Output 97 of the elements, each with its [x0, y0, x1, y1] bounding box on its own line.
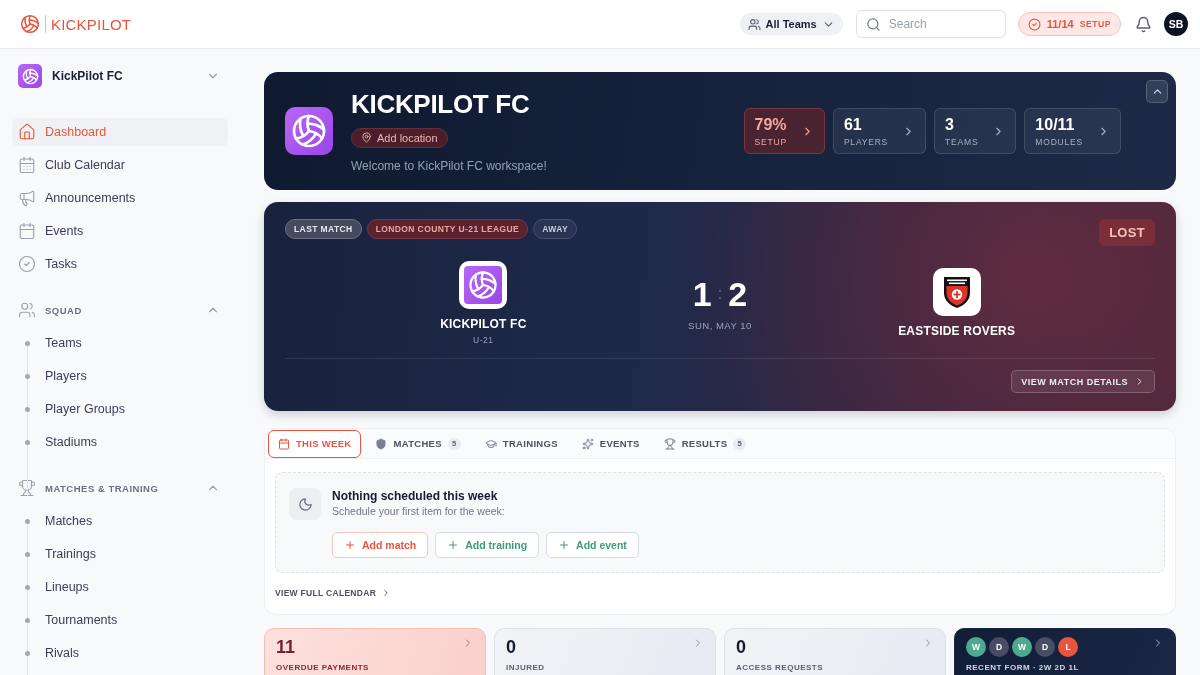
- check-circle-icon: [1027, 17, 1041, 31]
- team-filter-button[interactable]: All Teams: [739, 13, 843, 35]
- summary-card[interactable]: W D W D L RECENT FORM · 2W 2D 1L: [954, 628, 1176, 675]
- tab[interactable]: TRAININGS: [474, 429, 568, 458]
- card-label: INJURED: [506, 663, 546, 673]
- moon-icon: [289, 488, 321, 520]
- nav-item[interactable]: Club Calendar: [12, 151, 228, 179]
- stat-button[interactable]: 61 PLAYERS: [832, 108, 927, 154]
- team-name: EASTSIDE ROVERS: [898, 324, 1016, 338]
- match-tag: LAST MATCH: [285, 219, 362, 239]
- team-crest-icon: [932, 268, 981, 316]
- nav-item[interactable]: Lineups: [12, 573, 228, 601]
- welcome-text: Welcome to KickPilot FC workspace!: [351, 158, 547, 173]
- plus-icon: [558, 539, 571, 551]
- match-tag: AWAY: [533, 219, 577, 239]
- stat-button[interactable]: 10/11 MODULES: [1024, 108, 1121, 154]
- volleyball-logo-icon: [20, 14, 40, 34]
- bullet-icon: [24, 518, 30, 524]
- section-header[interactable]: MATCHES & TRAINING: [12, 474, 228, 502]
- add-match-button[interactable]: Add match: [332, 532, 429, 558]
- home-icon: [18, 123, 36, 141]
- tab[interactable]: THIS WEEK: [268, 429, 362, 458]
- club-title: KICKPILOT FC: [351, 89, 530, 118]
- search-field[interactable]: Search: [855, 10, 1006, 38]
- bullet-icon: [24, 406, 30, 412]
- match-tag: LONDON COUNTY U-21 LEAGUE: [366, 219, 529, 239]
- card-value: 11: [276, 637, 296, 657]
- form-result-badge: D: [989, 637, 1009, 657]
- people-icon: [18, 301, 36, 319]
- club-logo-icon: [18, 64, 42, 88]
- bell-icon[interactable]: [1135, 15, 1152, 33]
- search-icon: [865, 16, 881, 32]
- form-result-badge: D: [1035, 637, 1055, 657]
- calendar-icon: [18, 222, 36, 240]
- add-event-button[interactable]: Add event: [546, 532, 639, 558]
- nav-item[interactable]: Announcements: [12, 184, 228, 212]
- sparkles-icon: [581, 437, 594, 450]
- club-selector[interactable]: KickPilot FC: [12, 63, 228, 89]
- map-pin-icon: [361, 132, 372, 143]
- bullet-icon: [24, 551, 30, 557]
- section-header[interactable]: SQUAD: [12, 296, 228, 324]
- card-value: 0: [736, 637, 746, 657]
- bullet-icon: [24, 373, 30, 379]
- view-match-details-button[interactable]: VIEW MATCH DETAILS: [1011, 370, 1155, 393]
- card-label: RECENT FORM · 2W 2D 1L: [966, 663, 1080, 673]
- plus-icon: [344, 539, 356, 551]
- club-logo-icon: [285, 107, 333, 155]
- bullet-icon: [24, 617, 30, 623]
- calendar-icon: [278, 437, 290, 450]
- team-name: KICKPILOT FC: [440, 317, 527, 331]
- people-icon: [747, 17, 761, 31]
- check-circle-icon: [18, 255, 36, 273]
- empty-state-title: Nothing scheduled this week: [332, 488, 498, 504]
- calendar-link[interactable]: VIEW FULL CALENDAR: [275, 588, 392, 598]
- match-date: SUN, MAY 10: [688, 319, 752, 331]
- bullet-icon: [24, 650, 30, 656]
- plus-icon: [447, 539, 460, 551]
- form-result-badge: W: [966, 637, 986, 657]
- nav-item[interactable]: Tasks: [12, 250, 228, 278]
- result-badge: LOST: [1099, 219, 1155, 246]
- shield-icon: [375, 437, 388, 450]
- trophy-icon: [18, 479, 36, 497]
- graduation-cap-icon: [484, 437, 497, 450]
- bullet-icon: [24, 439, 30, 445]
- calendar-icon: [18, 156, 36, 174]
- trophy-icon: [663, 437, 676, 450]
- nav-item[interactable]: Trainings: [12, 540, 228, 568]
- nav-item[interactable]: Players: [12, 362, 228, 390]
- nav-item[interactable]: Rivals: [12, 639, 228, 667]
- add-location-button[interactable]: Add location: [351, 127, 448, 148]
- form-result-badge: L: [1058, 637, 1078, 657]
- user-avatar[interactable]: SB: [1164, 12, 1188, 36]
- megaphone-icon: [18, 189, 36, 207]
- nav-item[interactable]: Matches: [12, 507, 228, 535]
- nav-item[interactable]: Stadiums: [12, 428, 228, 456]
- nav-item[interactable]: Tournaments: [12, 606, 228, 634]
- bullet-icon: [24, 584, 30, 590]
- nav-item[interactable]: Player Groups: [12, 395, 228, 423]
- form-result-badge: W: [1012, 637, 1032, 657]
- card-label: OVERDUE PAYMENTS: [276, 663, 370, 673]
- empty-state-subtitle: Schedule your first item for the week:: [332, 504, 505, 519]
- bullet-icon: [24, 340, 30, 346]
- summary-card[interactable]: 0 INJURED: [494, 628, 716, 675]
- match-score: 1 : 2: [692, 275, 748, 312]
- nav-item[interactable]: Events: [12, 217, 228, 245]
- stat-button[interactable]: 3 TEAMS: [934, 108, 1017, 154]
- tab[interactable]: EVENTS: [571, 429, 650, 458]
- collapse-button[interactable]: [1146, 80, 1168, 103]
- team-category: U-21: [473, 335, 494, 345]
- card-label: ACCESS REQUESTS: [736, 663, 825, 673]
- card-value: 0: [506, 637, 516, 657]
- team-logo-icon: [459, 261, 508, 309]
- brand-name: KICKPILOT: [51, 15, 132, 33]
- stat-button[interactable]: 79% SETUP: [743, 108, 825, 154]
- summary-card[interactable]: 11 OVERDUE PAYMENTS: [264, 628, 486, 675]
- nav-item[interactable]: Teams: [12, 329, 228, 357]
- summary-card[interactable]: 0 ACCESS REQUESTS: [724, 628, 946, 675]
